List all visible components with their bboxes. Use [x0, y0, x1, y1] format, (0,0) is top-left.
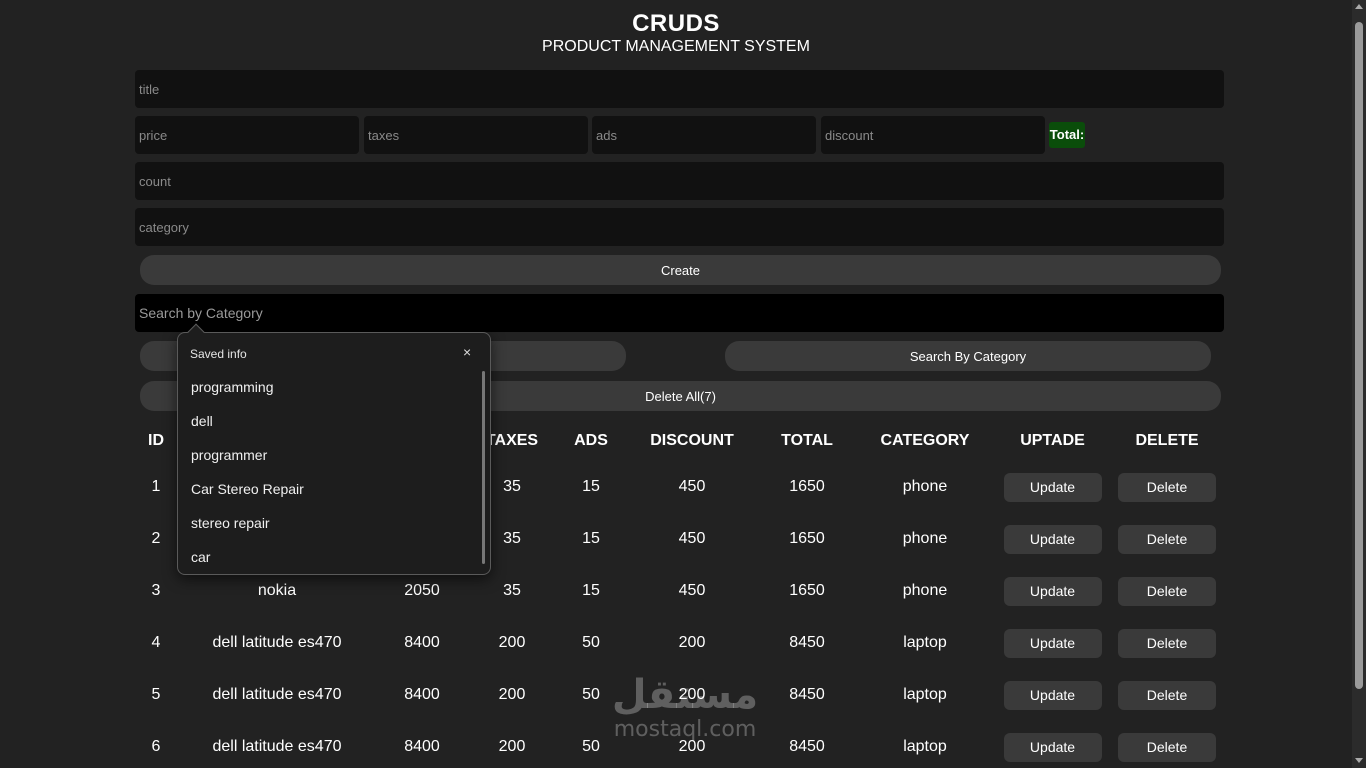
cell-id: 3 [151, 582, 161, 599]
cell-ads: 15 [582, 478, 600, 495]
app-title: CRUDS [632, 10, 720, 37]
cell-discount: 450 [678, 478, 706, 495]
cell-discount: 450 [678, 582, 706, 599]
discount-input[interactable] [821, 116, 1045, 154]
header-update: UPTADE [1020, 432, 1085, 449]
cell-id: 6 [151, 738, 161, 755]
cell-ads: 50 [582, 738, 600, 755]
update-button[interactable]: Update [1003, 732, 1102, 762]
cell-taxes: 200 [498, 738, 526, 755]
cell-category: laptop [903, 686, 947, 703]
cell-total: 1650 [789, 582, 825, 599]
cell-ads: 50 [582, 634, 600, 651]
header-id: ID [148, 432, 164, 449]
update-button[interactable]: Update [1003, 576, 1102, 606]
cell-title: dell latitude es470 [212, 738, 342, 755]
saved-info-item[interactable]: stereo repair [178, 506, 478, 540]
delete-button[interactable]: Delete [1118, 628, 1216, 658]
cell-discount: 200 [678, 686, 706, 703]
update-button[interactable]: Update [1003, 472, 1102, 502]
cell-total: 1650 [789, 478, 825, 495]
cell-category: phone [902, 582, 948, 599]
header-delete: DELETE [1135, 432, 1199, 449]
title-input[interactable] [135, 70, 1224, 108]
cell-taxes: 200 [498, 686, 526, 703]
ads-input[interactable] [592, 116, 816, 154]
cell-total: 8450 [789, 738, 825, 755]
delete-button[interactable]: Delete [1118, 524, 1216, 554]
scroll-thumb[interactable] [1355, 22, 1363, 689]
cell-category: phone [902, 478, 948, 495]
saved-info-title: Saved info [190, 347, 247, 361]
update-button[interactable]: Update [1003, 628, 1102, 658]
cell-discount: 450 [678, 530, 706, 547]
saved-info-item[interactable]: programmer [178, 438, 478, 472]
cell-id: 1 [151, 478, 161, 495]
header: CRUDS PRODUCT MANAGEMENT SYSTEM [0, 10, 1352, 56]
table-row: 5 dell latitude es470 8400 200 50 200 84… [135, 669, 1224, 721]
search-input[interactable] [135, 294, 1224, 332]
cell-id: 4 [151, 634, 161, 651]
cell-id: 5 [151, 686, 161, 703]
cell-discount: 200 [678, 738, 706, 755]
total-badge: Total: [1049, 122, 1085, 148]
popup-scrollbar[interactable] [482, 371, 485, 564]
saved-info-list: programming dell programmer Car Stereo R… [178, 370, 478, 574]
header-ads: ADS [574, 432, 608, 449]
scroll-down-arrow-icon[interactable] [1355, 758, 1363, 763]
cell-category: phone [902, 530, 948, 547]
page-scrollbar[interactable] [1352, 0, 1366, 768]
delete-button[interactable]: Delete [1118, 576, 1216, 606]
cell-ads: 50 [582, 686, 600, 703]
saved-info-item[interactable]: programming [178, 370, 478, 404]
cell-title: dell latitude es470 [212, 686, 342, 703]
delete-button[interactable]: Delete [1118, 732, 1216, 762]
cell-taxes: 200 [498, 634, 526, 651]
price-input[interactable] [135, 116, 359, 154]
cell-ads: 15 [582, 530, 600, 547]
header-total: TOTAL [781, 432, 833, 449]
delete-button[interactable]: Delete [1118, 680, 1216, 710]
create-button[interactable]: Create [140, 255, 1221, 285]
cell-discount: 200 [678, 634, 706, 651]
cell-price: 8400 [404, 686, 440, 703]
delete-button[interactable]: Delete [1118, 472, 1216, 502]
table-row: 4 dell latitude es470 8400 200 50 200 84… [135, 617, 1224, 669]
saved-info-item[interactable]: Car Stereo Repair [178, 472, 478, 506]
taxes-input[interactable] [364, 116, 588, 154]
update-button[interactable]: Update [1003, 680, 1102, 710]
close-icon[interactable]: × [463, 345, 471, 359]
cell-category: laptop [903, 738, 947, 755]
cell-total: 1650 [789, 530, 825, 547]
cell-category: laptop [903, 634, 947, 651]
app-subtitle: PRODUCT MANAGEMENT SYSTEM [542, 38, 810, 55]
category-input[interactable] [135, 208, 1224, 246]
count-input[interactable] [135, 162, 1224, 200]
cell-total: 8450 [789, 634, 825, 651]
saved-info-item[interactable]: dell [178, 404, 478, 438]
cell-ads: 15 [582, 582, 600, 599]
saved-info-popup: Saved info × programming dell programmer… [177, 332, 491, 575]
cell-price: 8400 [404, 738, 440, 755]
cell-title: dell latitude es470 [212, 634, 342, 651]
cell-price: 8400 [404, 634, 440, 651]
cell-id: 2 [151, 530, 161, 547]
header-category: CATEGORY [880, 432, 970, 449]
page: CRUDS PRODUCT MANAGEMENT SYSTEM Total: C… [0, 0, 1366, 768]
table-row: 6 dell latitude es470 8400 200 50 200 84… [135, 721, 1224, 768]
saved-info-item[interactable]: car [178, 540, 478, 574]
header-discount: DISCOUNT [650, 432, 734, 449]
search-by-category-button[interactable]: Search By Category [725, 341, 1211, 371]
update-button[interactable]: Update [1003, 524, 1102, 554]
cell-total: 8450 [789, 686, 825, 703]
scroll-up-arrow-icon[interactable] [1355, 4, 1363, 9]
